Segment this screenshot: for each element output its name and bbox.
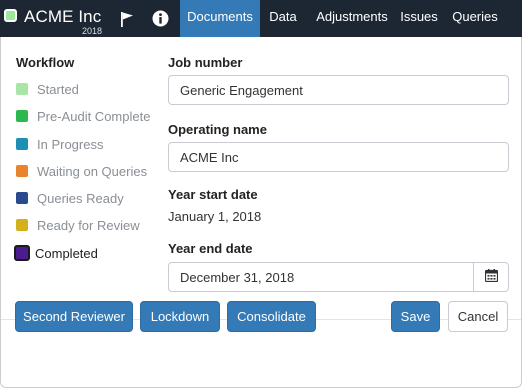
lockdown-button[interactable]: Lockdown xyxy=(140,301,220,332)
workflow-item-label: Queries Ready xyxy=(37,190,124,206)
brand[interactable]: ACME Inc 2018 xyxy=(0,0,108,37)
second-reviewer-button[interactable]: Second Reviewer xyxy=(15,301,133,332)
workflow-item-waiting-on-queries[interactable]: Waiting on Queries xyxy=(16,163,147,179)
year-start-value: January 1, 2018 xyxy=(168,209,262,224)
cancel-button[interactable]: Cancel xyxy=(448,301,508,332)
workflow-item-pre-audit-complete[interactable]: Pre-Audit Complete xyxy=(16,108,150,124)
calendar-button[interactable] xyxy=(473,262,509,292)
workflow-item-label: Waiting on Queries xyxy=(37,163,148,179)
workflow-item-label: In Progress xyxy=(37,136,104,152)
workflow-item-ready-for-review[interactable]: Ready for Review xyxy=(16,217,140,233)
save-button[interactable]: Save xyxy=(391,301,440,332)
workflow-item-label: Completed xyxy=(35,245,98,261)
workflow-swatch xyxy=(16,192,28,204)
workflow-item-label: Ready for Review xyxy=(37,217,140,233)
workflow-item-label: Pre-Audit Complete xyxy=(37,108,151,124)
workflow-swatch xyxy=(16,83,28,95)
job-number-input[interactable] xyxy=(168,75,509,105)
tab-queries[interactable]: Queries xyxy=(446,0,504,37)
tab-data[interactable]: Data xyxy=(264,0,302,37)
tab-issues[interactable]: Issues xyxy=(398,0,440,37)
year-end-date-picker xyxy=(168,262,509,292)
year-start-label: Year start date xyxy=(168,187,258,202)
job-number-label: Job number xyxy=(168,55,243,70)
tab-adjustments[interactable]: Adjustments xyxy=(308,0,396,37)
year-end-input[interactable] xyxy=(168,262,474,292)
workflow-item-completed[interactable]: Completed xyxy=(14,245,98,261)
status-square-icon xyxy=(4,9,17,22)
company-name: ACME Inc xyxy=(24,7,102,26)
consolidate-button[interactable]: Consolidate xyxy=(227,301,316,332)
operating-name-label: Operating name xyxy=(168,122,267,137)
engagement-panel: Workflow Started Pre-Audit Complete In P… xyxy=(0,37,522,388)
workflow-swatch xyxy=(16,219,28,231)
workflow-swatch xyxy=(16,165,28,177)
top-nav-bar: ACME Inc 2018 Documents Data Adjustments… xyxy=(0,0,522,37)
workflow-item-started[interactable]: Started xyxy=(16,81,79,97)
tab-documents[interactable]: Documents xyxy=(180,0,260,37)
operating-name-input[interactable] xyxy=(168,142,509,172)
info-icon[interactable] xyxy=(150,0,170,37)
workflow-title: Workflow xyxy=(16,55,75,70)
workflow-swatch xyxy=(16,110,28,122)
calendar-icon xyxy=(484,269,498,285)
workflow-item-queries-ready[interactable]: Queries Ready xyxy=(16,190,124,206)
year-end-label: Year end date xyxy=(168,241,253,256)
workflow-swatch-selected xyxy=(14,245,30,261)
workflow-item-in-progress[interactable]: In Progress xyxy=(16,136,103,152)
workflow-swatch xyxy=(16,138,28,150)
workflow-item-label: Started xyxy=(37,81,79,97)
company-year: 2018 xyxy=(82,26,103,36)
flag-icon[interactable] xyxy=(117,0,137,37)
